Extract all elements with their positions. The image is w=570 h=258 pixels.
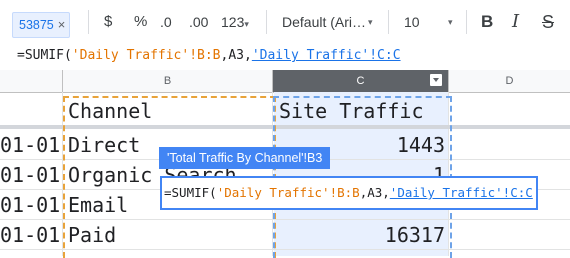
editor-range-criteria: 'Daily Traffic'!B:B [216, 185, 360, 200]
formula-range-criteria: 'Daily Traffic'!B:B [71, 48, 221, 63]
editor-args: ,A3, [359, 185, 390, 200]
editor-range-sum: 'Daily Traffic'!C:C [389, 185, 533, 200]
formula-bar[interactable]: =SUMIF('Daily Traffic'!B:B,A3,'Daily Tra… [0, 44, 570, 71]
format-percent-button[interactable]: % [134, 10, 147, 34]
cell-reference-tooltip: 'Total Traffic By Channel'!B3 [159, 147, 331, 169]
formula-function: =SUMIF( [17, 48, 72, 63]
font-family-select[interactable]: Default (Ari… [282, 10, 366, 34]
toolbar-divider [88, 10, 89, 34]
toolbar-divider [388, 10, 389, 34]
cell-reference-value: 53875 [19, 18, 54, 32]
cell-reference-chip[interactable]: 53875 × [12, 12, 71, 38]
column-header-d[interactable]: D [449, 70, 570, 93]
close-icon[interactable]: × [58, 17, 66, 32]
column-header-c[interactable]: C [273, 70, 449, 93]
more-formats-label: 123 [221, 14, 245, 30]
date-cell[interactable]: 01-01 [0, 219, 60, 251]
column-header-c-label: C [356, 75, 365, 87]
date-cell[interactable]: 01-01 [0, 189, 60, 221]
decrease-decimals-button[interactable]: .0 [160, 10, 172, 34]
formula-range-sum: 'Daily Traffic'!C:C [251, 48, 401, 63]
italic-button[interactable]: I [512, 10, 519, 34]
font-family-value: Default (Ari… [282, 14, 367, 30]
header-cell-site-traffic[interactable]: Site Traffic [279, 95, 444, 127]
date-cell[interactable]: 01-01 [0, 129, 60, 161]
channel-cell[interactable]: Paid [68, 219, 268, 251]
format-currency-button[interactable]: $ [104, 10, 112, 34]
font-size-select[interactable]: 10 [404, 10, 420, 34]
editor-function: =SUMIF( [164, 185, 217, 200]
toolbar: 53875 × $ % .0 .00 123▾ Default (Ari… ▾ 1… [0, 0, 570, 45]
bold-button[interactable]: B [481, 10, 493, 34]
font-size-value: 10 [404, 14, 420, 30]
traffic-cell[interactable]: 16317 [279, 219, 445, 251]
cell-formula-editor[interactable]: =SUMIF('Daily Traffic'!B:B,A3,'Daily Tra… [160, 176, 538, 210]
header-cell-channel[interactable]: Channel [68, 95, 268, 127]
strikethrough-button[interactable]: S [542, 10, 554, 34]
increase-decimals-button[interactable]: .00 [189, 10, 208, 34]
formula-args: ,A3, [220, 48, 252, 63]
filter-icon[interactable] [430, 74, 442, 86]
more-formats-button[interactable]: 123▾ [221, 10, 249, 34]
column-header-a[interactable] [0, 70, 63, 93]
chevron-down-icon[interactable]: ▾ [448, 10, 453, 34]
toolbar-divider [266, 10, 267, 34]
date-cell[interactable]: 01-01 [0, 159, 60, 191]
formula-text[interactable]: =SUMIF('Daily Traffic'!B:B,A3,'Daily Tra… [17, 48, 401, 63]
toolbar-divider [466, 10, 467, 34]
chevron-down-icon: ▾ [244, 19, 249, 29]
column-header-b[interactable]: B [63, 70, 273, 93]
chevron-down-icon[interactable]: ▾ [368, 10, 373, 34]
